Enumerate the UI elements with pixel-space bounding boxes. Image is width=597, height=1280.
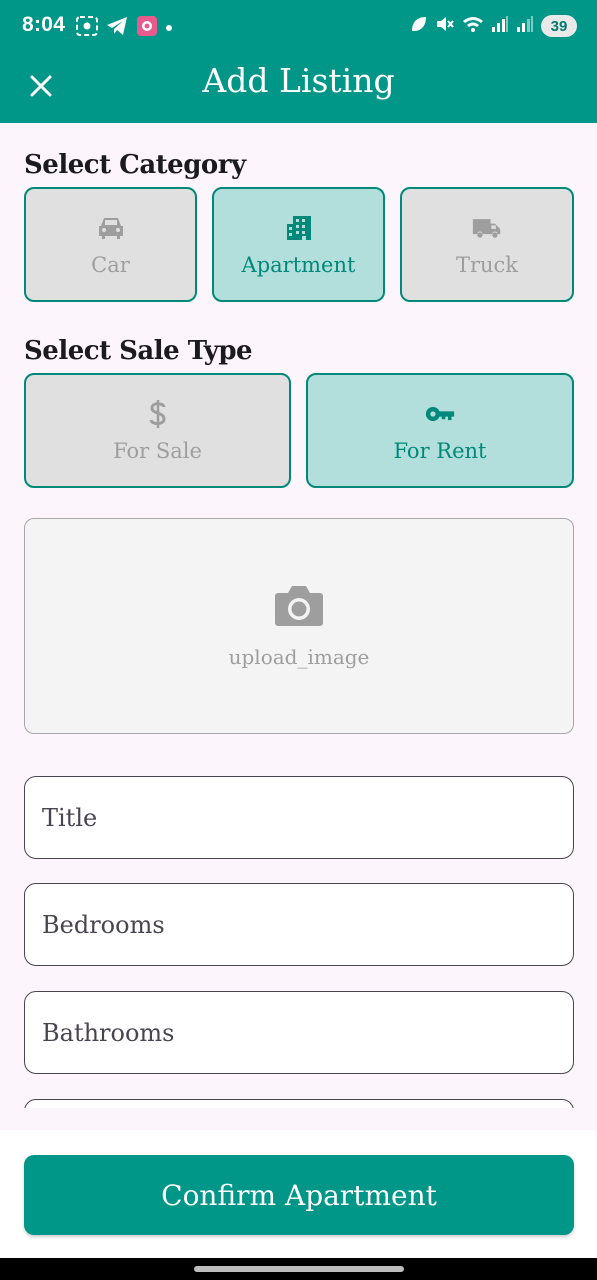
wifi-icon — [462, 15, 484, 37]
title-field[interactable] — [24, 776, 574, 859]
sale-type-for-sale-label: For Sale — [113, 438, 202, 463]
more-notifications-dot — [166, 25, 172, 31]
bedrooms-field[interactable] — [24, 883, 574, 966]
dollar-icon — [143, 399, 173, 429]
sale-type-for-sale-option[interactable]: For Sale — [24, 373, 291, 488]
signal-icon-2 — [516, 15, 534, 37]
title-input[interactable] — [25, 777, 573, 858]
app-bar: Add Listing — [0, 55, 597, 123]
mute-icon — [435, 14, 455, 38]
category-apartment-label: Apartment — [241, 252, 356, 277]
apartment-icon — [284, 213, 314, 243]
status-left-icons — [76, 15, 172, 41]
bedrooms-input[interactable] — [25, 884, 573, 965]
category-truck-option[interactable]: Truck — [400, 187, 574, 302]
bathrooms-field[interactable] — [24, 991, 574, 1074]
car-icon — [96, 213, 126, 243]
category-apartment-option[interactable]: Apartment — [212, 187, 385, 302]
sale-type-for-rent-option[interactable]: For Rent — [306, 373, 574, 488]
leaf-icon — [410, 15, 428, 37]
home-gesture-handle[interactable] — [194, 1266, 404, 1272]
screenshot-icon — [76, 16, 98, 40]
category-car-label: Car — [91, 252, 130, 277]
category-truck-label: Truck — [455, 252, 519, 277]
status-right-icons: 39 — [410, 14, 577, 38]
status-bar: 8:04 39 — [0, 0, 597, 55]
category-section-title: Select Category — [24, 150, 246, 180]
upload-image-label: upload_image — [228, 645, 370, 669]
camera-icon — [274, 583, 324, 631]
battery-icon: 39 — [541, 15, 577, 37]
status-time: 8:04 — [22, 13, 66, 36]
upload-image-area[interactable]: upload_image — [24, 518, 574, 734]
app-notification-icon — [136, 15, 158, 41]
bathrooms-input[interactable] — [25, 992, 573, 1073]
category-car-option[interactable]: Car — [24, 187, 197, 302]
key-icon — [425, 399, 455, 429]
telegram-icon — [106, 16, 128, 40]
page-title: Add Listing — [202, 61, 395, 100]
scroll-fade — [0, 1108, 597, 1130]
sale-type-section-title: Select Sale Type — [24, 336, 253, 366]
sale-type-for-rent-label: For Rent — [393, 438, 487, 463]
confirm-button[interactable]: Confirm Apartment — [24, 1155, 574, 1235]
truck-icon — [472, 213, 502, 243]
signal-icon — [491, 15, 509, 37]
